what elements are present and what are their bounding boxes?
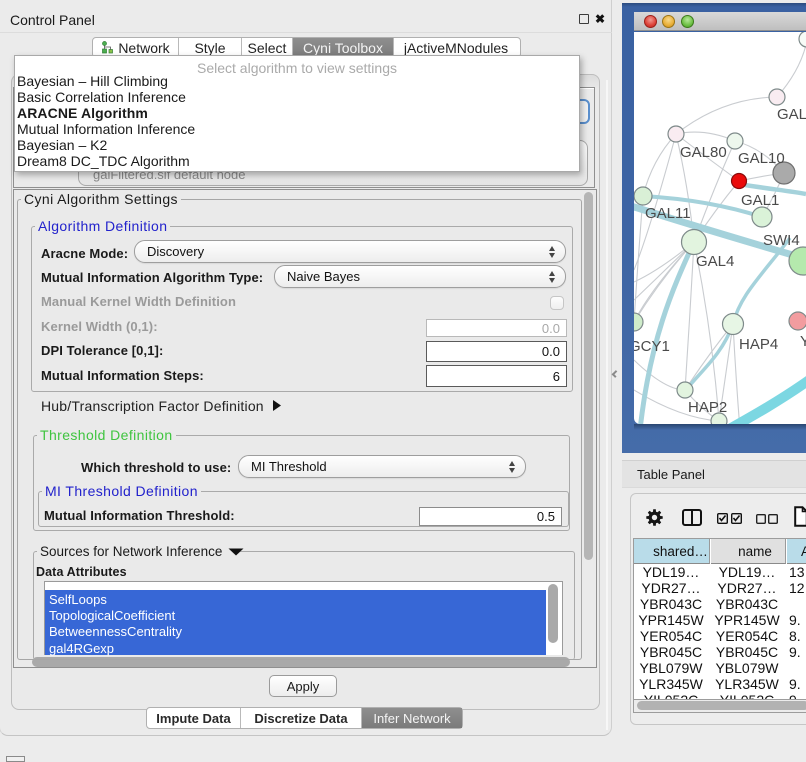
svg-text:HAP2: HAP2 [688, 399, 727, 416]
svg-text:GAL1: GAL1 [741, 192, 779, 209]
svg-text:HAP4: HAP4 [739, 336, 778, 353]
svg-text:GAL4: GAL4 [696, 253, 734, 270]
svg-text:GAL7: GAL7 [777, 106, 806, 123]
svg-text:GAL11: GAL11 [645, 205, 691, 222]
svg-text:Y: Y [800, 333, 806, 350]
svg-text:GAL10: GAL10 [738, 150, 785, 167]
svg-text:GCY1: GCY1 [634, 338, 670, 355]
svg-text:GAL80: GAL80 [680, 144, 727, 161]
svg-text:SWI4: SWI4 [763, 232, 800, 249]
